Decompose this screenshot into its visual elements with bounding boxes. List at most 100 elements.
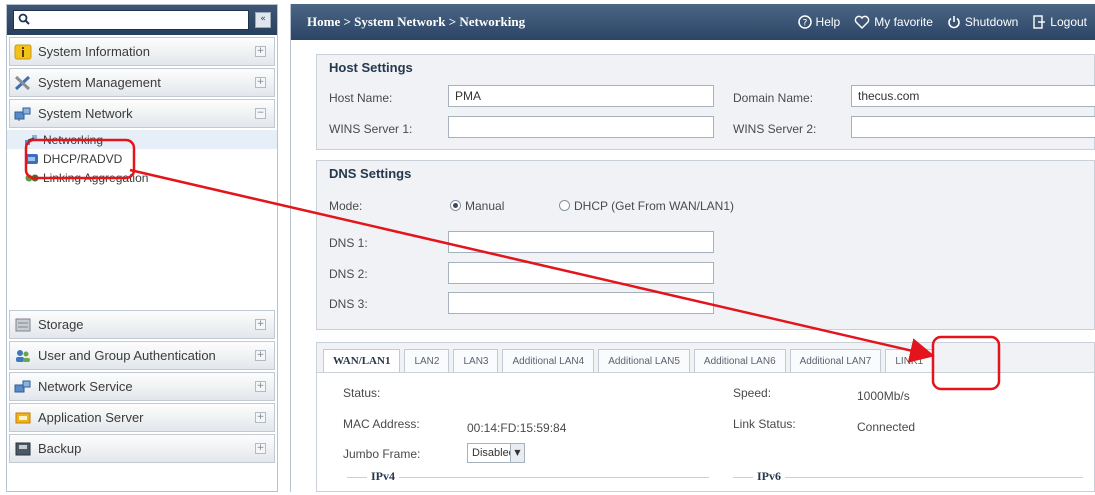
menu-system-network[interactable]: System Network − (9, 99, 275, 128)
dns-mode-manual-radio[interactable]: Manual (450, 199, 504, 213)
dhcp-icon (25, 152, 41, 166)
dns-settings-title: DNS Settings (329, 166, 412, 181)
logout-label: Logout (1050, 15, 1087, 29)
jumbo-frame-select[interactable]: Disabled ▼ (467, 443, 525, 463)
menu-storage[interactable]: Storage + (9, 310, 275, 339)
expand-toggle-icon[interactable]: + (255, 381, 266, 392)
host-name-field[interactable]: PMA (448, 85, 714, 107)
wins1-field[interactable] (448, 116, 714, 138)
ipv4-legend: IPv4 (367, 469, 399, 484)
host-settings-title: Host Settings (329, 60, 413, 75)
backup-icon (14, 440, 32, 458)
search-input[interactable] (30, 12, 248, 28)
tab-additional-lan7[interactable]: Additional LAN7 (789, 349, 882, 372)
expand-toggle-icon[interactable]: + (255, 46, 266, 57)
power-icon (947, 15, 961, 29)
system-network-submenu: Networking DHCP/RADVD Linking Aggregatio… (7, 130, 277, 308)
menu-system-management[interactable]: System Management + (9, 68, 275, 97)
collapse-toggle-icon[interactable]: − (255, 108, 266, 119)
tab-wan-lan1[interactable]: WAN/LAN1 (323, 349, 401, 372)
wan-lan1-tab-body: Status: Speed: 1000Mb/s MAC Address: 00:… (316, 372, 1095, 492)
speed-label: Speed: (733, 386, 772, 400)
wins2-label: WINS Server 2: (733, 122, 817, 136)
sidebar-item-linking-aggregation[interactable]: Linking Aggregation (7, 168, 277, 187)
dhcp-label: DHCP (Get From WAN/LAN1) (574, 199, 735, 213)
top-bar: Home > System Network > Networking ? Hel… (291, 4, 1095, 40)
dns2-label: DNS 2: (329, 267, 368, 281)
wins2-field[interactable] (851, 116, 1095, 138)
menu-system-information[interactable]: System Information + (9, 37, 275, 66)
dns1-field[interactable] (448, 231, 714, 253)
dns-mode-dhcp-radio[interactable]: DHCP (Get From WAN/LAN1) (559, 199, 734, 213)
manual-label: Manual (465, 199, 505, 213)
chevron-down-icon: ▼ (510, 444, 524, 462)
menu-network-service[interactable]: Network Service + (9, 372, 275, 401)
menu-label: System Information (38, 44, 150, 59)
favorite-link[interactable]: My favorite (854, 15, 933, 29)
help-icon: ? (797, 15, 812, 29)
menu-user-group-authentication[interactable]: User and Group Authentication + (9, 341, 275, 370)
menu-application-server[interactable]: Application Server + (9, 403, 275, 432)
collapse-sidebar-button[interactable]: « (255, 12, 271, 28)
search-icon (18, 13, 30, 28)
top-nav: ? Help My favorite Shutdown Logout (797, 15, 1095, 29)
dns-settings-panel: DNS Settings Mode: Manual DHCP (Get From… (316, 160, 1095, 330)
ipv4-fieldset-border (347, 477, 709, 478)
status-label: Status: (343, 386, 381, 400)
domain-name-label: Domain Name: (733, 91, 814, 105)
tab-lan2[interactable]: LAN2 (404, 349, 450, 372)
link-status-value: Connected (857, 420, 916, 434)
dns2-field[interactable] (448, 262, 714, 284)
sub-item-label: Networking (43, 132, 104, 147)
logout-icon (1032, 15, 1046, 29)
jumbo-frame-label: Jumbo Frame: (343, 447, 421, 461)
dns3-label: DNS 3: (329, 297, 368, 311)
tab-link1[interactable]: LINK1 (885, 349, 934, 372)
dns3-field[interactable] (448, 292, 714, 314)
expand-toggle-icon[interactable]: + (255, 350, 266, 361)
menu-label: Application Server (38, 410, 144, 425)
lan-tabs: WAN/LAN1 LAN2 LAN3 Additional LAN4 Addit… (316, 342, 1095, 372)
tab-additional-lan4[interactable]: Additional LAN4 (502, 349, 595, 372)
logout-link[interactable]: Logout (1032, 15, 1087, 29)
expand-toggle-icon[interactable]: + (255, 443, 266, 454)
expand-toggle-icon[interactable]: + (255, 319, 266, 330)
service-icon (14, 378, 32, 396)
heart-icon (854, 15, 870, 29)
menu-backup[interactable]: Backup + (9, 434, 275, 463)
shutdown-link[interactable]: Shutdown (947, 15, 1018, 29)
help-link[interactable]: ? Help (797, 15, 841, 29)
radio-selected-icon (450, 200, 461, 211)
search-box[interactable] (13, 10, 249, 30)
tab-additional-lan6[interactable]: Additional LAN6 (693, 349, 786, 372)
jumbo-frame-value: Disabled (472, 447, 515, 459)
tools-icon (14, 74, 32, 92)
menu-label: System Network (38, 106, 133, 121)
svg-text:?: ? (802, 19, 807, 29)
speed-value: 1000Mb/s (857, 389, 910, 403)
domain-name-field[interactable]: thecus.com (851, 85, 1095, 107)
users-icon (14, 347, 32, 365)
help-label: Help (815, 15, 841, 29)
sub-item-label: DHCP/RADVD (43, 151, 123, 166)
storage-icon (14, 316, 32, 334)
dns1-label: DNS 1: (329, 236, 368, 250)
expand-toggle-icon[interactable]: + (255, 77, 266, 88)
host-settings-panel: Host Settings Host Name: PMA Domain Name… (316, 54, 1095, 150)
sub-item-label: Linking Aggregation (43, 170, 149, 185)
app-server-icon (14, 409, 32, 427)
sidebar-item-networking[interactable]: Networking (7, 130, 277, 149)
host-name-label: Host Name: (329, 91, 393, 105)
mac-address-label: MAC Address: (343, 417, 420, 431)
aggregation-icon (25, 171, 41, 185)
ipv6-fieldset-border (733, 477, 1083, 478)
menu-label: User and Group Authentication (38, 348, 216, 363)
dns-mode-label: Mode: (329, 199, 363, 213)
expand-toggle-icon[interactable]: + (255, 412, 266, 423)
ipv6-legend: IPv6 (753, 469, 785, 484)
menu-label: Storage (38, 317, 84, 332)
network-icon (14, 105, 32, 123)
sidebar-item-dhcp-radvd[interactable]: DHCP/RADVD (7, 149, 277, 168)
tab-lan3[interactable]: LAN3 (453, 349, 499, 372)
tab-additional-lan5[interactable]: Additional LAN5 (598, 349, 690, 372)
